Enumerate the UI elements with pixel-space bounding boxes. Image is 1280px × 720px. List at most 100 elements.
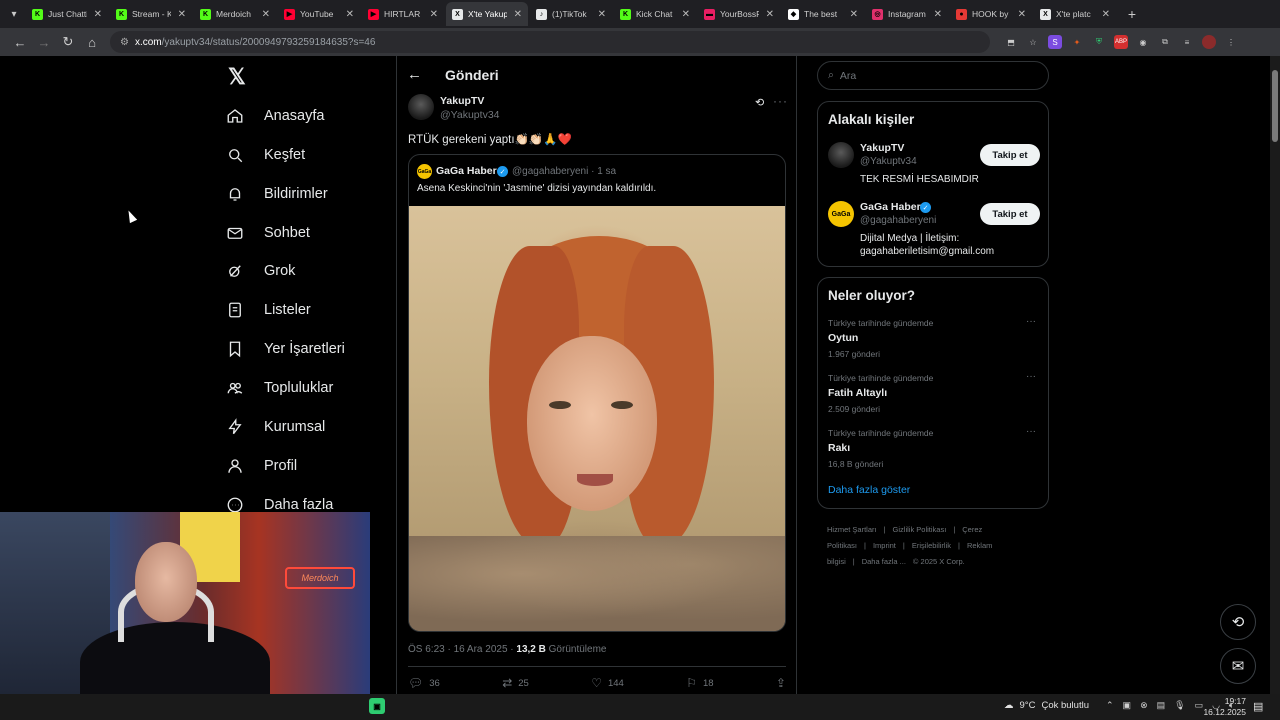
- footer-link[interactable]: Gizlilik Politikası: [893, 525, 947, 534]
- extension-fox-icon[interactable]: ✦: [1070, 35, 1084, 49]
- quote-author-name[interactable]: GaGa Haber: [436, 165, 497, 177]
- quote-image[interactable]: [409, 206, 785, 631]
- taskbar-clock[interactable]: 19:17 16.12.2025: [1196, 696, 1246, 718]
- close-tab-icon[interactable]: ✕: [598, 9, 606, 20]
- x-logo-icon[interactable]: 𝕏: [228, 64, 254, 90]
- author-handle[interactable]: @Yakuptv34: [440, 109, 500, 121]
- trend-more-icon[interactable]: ···: [1026, 426, 1036, 437]
- close-tab-icon[interactable]: ✕: [934, 9, 942, 20]
- close-tab-icon[interactable]: ✕: [94, 9, 102, 20]
- browser-tab[interactable]: ▶ YouTube ✕: [278, 2, 360, 26]
- trend-more-icon[interactable]: ···: [1026, 316, 1036, 327]
- follow-button[interactable]: Takip et: [980, 203, 1040, 225]
- browser-tab[interactable]: K Stream - K ✕: [110, 2, 192, 26]
- reload-icon[interactable]: ↻: [56, 31, 80, 53]
- extension-circle-icon[interactable]: ◉: [1136, 35, 1150, 49]
- nav-item[interactable]: Listeler: [222, 292, 311, 328]
- page-scrollbar[interactable]: [1270, 56, 1280, 694]
- nav-item[interactable]: Yer İşaretleri: [222, 331, 345, 367]
- follow-button[interactable]: Takip et: [980, 144, 1040, 166]
- weather-widget[interactable]: ☁ 9°C Çok bulutlu: [1004, 700, 1089, 711]
- nav-item[interactable]: Keşfet: [222, 137, 305, 173]
- new-tab-button[interactable]: +: [1122, 4, 1142, 24]
- nav-item[interactable]: Topluluklar: [222, 370, 333, 406]
- close-tab-icon[interactable]: ✕: [682, 9, 690, 20]
- browser-tab[interactable]: X X'te platc ✕: [1034, 2, 1116, 26]
- close-tab-icon[interactable]: ✕: [850, 9, 858, 20]
- footer-link[interactable]: Hizmet Şartları: [827, 525, 877, 534]
- address-bar[interactable]: ⚙ x.com/yakuptv34/status/200094979325918…: [110, 31, 990, 53]
- author-avatar[interactable]: [408, 94, 434, 120]
- post-more-icon[interactable]: ···: [773, 94, 788, 108]
- extension-purple-icon[interactable]: S: [1048, 35, 1062, 49]
- notification-icon[interactable]: ▤: [1253, 700, 1263, 713]
- close-tab-icon[interactable]: ✕: [766, 9, 774, 20]
- install-app-icon[interactable]: ⬒: [1004, 35, 1018, 49]
- browser-tab[interactable]: K Kick Chat ✕: [614, 2, 696, 26]
- extensions-puzzle-icon[interactable]: ⧉: [1158, 35, 1172, 49]
- trend-item[interactable]: Türkiye tarihinde gündemde Oytun 1.967 g…: [828, 316, 1040, 359]
- bookmark-star-icon[interactable]: ☆: [1026, 35, 1040, 49]
- browser-tab[interactable]: K Just Chatti ✕: [26, 2, 108, 26]
- share-button[interactable]: ⇪: [776, 676, 786, 690]
- browser-tab[interactable]: ▬ YourBossF ✕: [698, 2, 780, 26]
- extension-abp-icon[interactable]: ABP: [1114, 35, 1128, 49]
- profile-avatar-icon[interactable]: [1202, 35, 1216, 49]
- tray-app-icon[interactable]: ⊗: [1140, 700, 1148, 711]
- microphone-icon[interactable]: 🎙︎: [1174, 700, 1185, 711]
- browser-tab[interactable]: ◎ Instagram ✕: [866, 2, 948, 26]
- grok-fab-button[interactable]: ⟲: [1220, 604, 1256, 640]
- quoted-post[interactable]: GaGa GaGa Haber ✓ @gagahaberyeni · 1 sa …: [408, 154, 786, 632]
- back-icon[interactable]: ←: [8, 31, 32, 53]
- trend-item[interactable]: Türkiye tarihinde gündemde Rakı 16,8 B g…: [828, 426, 1040, 469]
- grok-explain-icon[interactable]: ⟲: [755, 96, 764, 109]
- close-tab-icon[interactable]: ✕: [514, 9, 522, 20]
- taskbar-app-icon[interactable]: ▣: [369, 698, 385, 714]
- browser-tab[interactable]: K Merdoich ✕: [194, 2, 276, 26]
- post-timestamp[interactable]: ÖS 6:23 · 16 Ara 2025 ·: [408, 644, 516, 655]
- person-avatar[interactable]: GaGa: [828, 201, 854, 227]
- extension-shield-icon[interactable]: ⛨: [1092, 35, 1106, 49]
- back-arrow-icon[interactable]: ←: [407, 66, 422, 83]
- media-controls-icon[interactable]: ≡: [1180, 35, 1194, 49]
- browser-tab[interactable]: X X'te Yakup ✕: [446, 2, 528, 26]
- nav-item[interactable]: Sohbet: [222, 215, 310, 251]
- bookmark-button[interactable]: ⚐ 18: [686, 676, 713, 690]
- browser-tab[interactable]: ♪ (1)TikTok ✕: [530, 2, 612, 26]
- footer-link[interactable]: Imprint: [873, 541, 896, 550]
- person-name[interactable]: GaGa Haber: [860, 201, 921, 213]
- tray-app-icon[interactable]: ▤: [1157, 700, 1166, 711]
- search-input[interactable]: ⌕ Ara: [817, 61, 1049, 90]
- tab-search-icon[interactable]: ▾: [4, 4, 24, 24]
- repost-button[interactable]: ⇄ 25: [502, 676, 529, 690]
- nav-item[interactable]: Bildirimler: [222, 176, 328, 212]
- browser-tab[interactable]: ● HOOK by ✕: [950, 2, 1032, 26]
- site-info-icon[interactable]: ⚙: [120, 37, 129, 48]
- browser-tab[interactable]: ◆ The best ✕: [782, 2, 864, 26]
- browser-menu-icon[interactable]: ⋮: [1224, 35, 1238, 49]
- quote-avatar[interactable]: GaGa: [417, 164, 432, 179]
- tray-app-icon[interactable]: ▣: [1123, 700, 1132, 711]
- nav-item[interactable]: Grok: [222, 253, 295, 289]
- close-tab-icon[interactable]: ✕: [1018, 9, 1026, 20]
- browser-tab[interactable]: ▶ HIRTLAR ✕: [362, 2, 444, 26]
- person-name[interactable]: YakupTV: [860, 142, 904, 154]
- close-tab-icon[interactable]: ✕: [178, 9, 186, 20]
- author-name[interactable]: YakupTV: [440, 95, 484, 107]
- forward-icon[interactable]: →: [32, 31, 56, 53]
- close-tab-icon[interactable]: ✕: [430, 9, 438, 20]
- trend-more-icon[interactable]: ···: [1026, 371, 1036, 382]
- show-more-link[interactable]: Daha fazla göster: [828, 484, 910, 496]
- close-tab-icon[interactable]: ✕: [346, 9, 354, 20]
- nav-item[interactable]: Anasayfa: [222, 98, 324, 134]
- footer-link[interactable]: Daha fazla ...: [862, 557, 906, 566]
- messages-fab-button[interactable]: ✉: [1220, 648, 1256, 684]
- close-tab-icon[interactable]: ✕: [262, 9, 270, 20]
- like-button[interactable]: ♡ 144: [591, 676, 624, 690]
- nav-item[interactable]: Kurumsal: [222, 409, 325, 445]
- home-button-icon[interactable]: ⌂: [80, 31, 104, 53]
- footer-link[interactable]: Erişilebilirlik: [912, 541, 951, 550]
- footer-link[interactable]: © 2025 X Corp.: [913, 557, 965, 566]
- trend-item[interactable]: Türkiye tarihinde gündemde Fatih Altaylı…: [828, 371, 1040, 414]
- chevron-up-icon[interactable]: ⌃: [1106, 700, 1114, 711]
